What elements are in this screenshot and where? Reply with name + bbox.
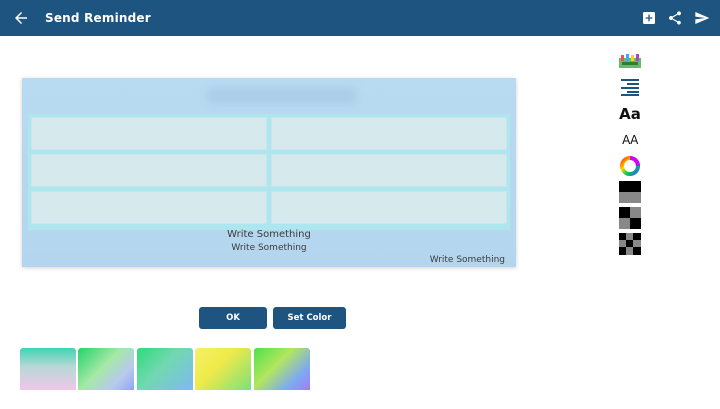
gradient-swatch-2[interactable]	[78, 348, 134, 390]
grid-cell[interactable]	[271, 154, 507, 187]
gradient-swatch-3[interactable]	[137, 348, 193, 390]
share-icon[interactable]	[667, 10, 683, 26]
align-tool[interactable]	[618, 76, 642, 98]
gradient-swatch-1[interactable]	[20, 348, 76, 390]
color-wheel-icon	[620, 156, 640, 176]
send-icon[interactable]	[694, 10, 710, 26]
font-style-label: Aa	[619, 105, 641, 123]
pattern-tool-2[interactable]	[618, 207, 642, 229]
pattern-tool-3[interactable]	[618, 233, 642, 255]
arrow-left-icon[interactable]	[12, 9, 30, 27]
font-style-tool[interactable]: Aa	[618, 103, 642, 125]
grid-cell[interactable]	[31, 191, 267, 224]
grid-cell[interactable]	[271, 191, 507, 224]
font-size-label: AA	[622, 133, 638, 147]
preview-grid	[28, 114, 510, 230]
set-color-button[interactable]: Set Color	[273, 307, 346, 329]
reminder-preview-card[interactable]: Write Something Write Something Write So…	[22, 78, 516, 267]
grid-cell[interactable]	[271, 117, 507, 150]
caption-text-3[interactable]: Write Something	[430, 255, 505, 265]
grid-cell[interactable]	[31, 154, 267, 187]
color-tool[interactable]	[618, 155, 642, 177]
pattern-icon-2	[619, 207, 641, 229]
add-box-icon[interactable]	[641, 10, 657, 26]
gradient-swatch-5[interactable]	[254, 348, 310, 390]
pattern-tool-1[interactable]	[618, 181, 642, 203]
align-right-icon	[621, 79, 639, 96]
caption-text-1[interactable]: Write Something	[22, 229, 516, 240]
sticker-tool[interactable]	[618, 50, 642, 72]
gradient-swatch-4[interactable]	[195, 348, 251, 390]
blurred-title	[207, 88, 357, 104]
grid-cell[interactable]	[31, 117, 267, 150]
page-title: Send Reminder	[45, 11, 151, 25]
ok-button[interactable]: OK	[199, 307, 267, 329]
caption-text-2[interactable]: Write Something	[22, 243, 516, 253]
font-size-tool[interactable]: AA	[618, 129, 642, 151]
sticker-icon	[619, 54, 641, 68]
pattern-icon-1	[619, 181, 641, 203]
pattern-icon-3	[619, 233, 641, 255]
app-bar: Send Reminder	[0, 0, 720, 36]
